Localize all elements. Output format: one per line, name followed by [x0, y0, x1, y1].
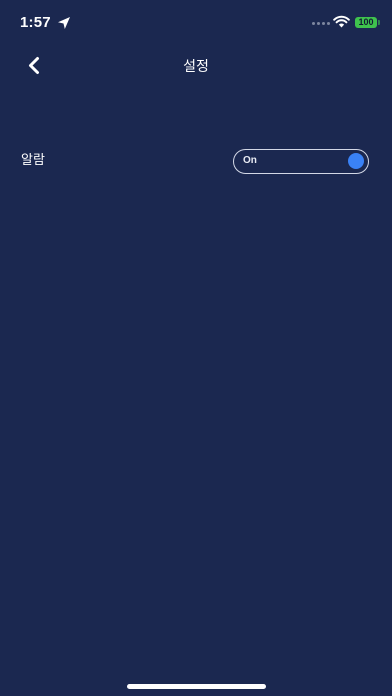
status-bar: 1:57 100 [0, 0, 392, 46]
toggle-state-label: On [243, 155, 257, 166]
home-indicator[interactable] [127, 684, 266, 689]
wifi-icon [333, 15, 350, 28]
cellular-signal-icon [312, 22, 330, 25]
toggle-knob [348, 153, 364, 169]
battery-cap [378, 20, 380, 25]
status-time: 1:57 [20, 14, 51, 31]
alarm-setting-row: 알람 On [0, 140, 392, 184]
location-arrow-icon [58, 17, 70, 29]
battery-icon: 100 [355, 17, 377, 28]
alarm-toggle[interactable]: On [233, 149, 369, 174]
page-title: 설정 [183, 59, 209, 75]
alarm-label: 알람 [21, 153, 45, 168]
navigation-bar: 설정 [0, 46, 392, 86]
